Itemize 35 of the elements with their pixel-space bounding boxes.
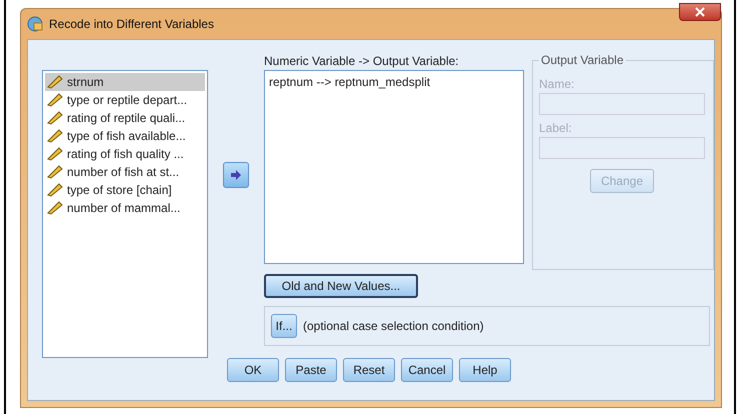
window-title: Recode into Different Variables (49, 17, 214, 31)
ruler-icon (47, 93, 63, 107)
dialog-button[interactable]: Cancel (401, 358, 453, 382)
ruler-icon (47, 129, 63, 143)
if-button[interactable]: If... (271, 314, 297, 338)
move-arrow-button[interactable] (223, 162, 249, 188)
app-icon (27, 16, 43, 32)
condition-text: (optional case selection condition) (303, 319, 484, 333)
dialog-button[interactable]: Reset (343, 358, 395, 382)
ruler-icon (47, 165, 63, 179)
variable-item[interactable]: number of fish at st... (45, 163, 205, 181)
dialog-button[interactable]: Help (459, 358, 511, 382)
group-title: Output Variable (539, 53, 626, 67)
variable-item[interactable]: number of mammal... (45, 199, 205, 217)
name-label: Name: (539, 77, 576, 91)
mapping-item[interactable]: reptnum --> reptnum_medsplit (269, 74, 519, 89)
close-button[interactable] (679, 3, 721, 21)
old-and-new-values-button[interactable]: Old and New Values... (264, 274, 418, 298)
ruler-icon (47, 147, 63, 161)
ruler-icon (47, 75, 63, 89)
ruler-icon (47, 111, 63, 125)
ruler-icon (47, 183, 63, 197)
arrow-right-icon (230, 170, 242, 180)
mapping-label: Numeric Variable -> Output Variable: (264, 54, 460, 70)
dialog-button[interactable]: Paste (285, 358, 337, 382)
variable-item[interactable]: rating of fish quality ... (45, 145, 205, 163)
variable-item[interactable]: type or reptile depart... (45, 91, 205, 109)
label-label: Label: (539, 121, 573, 135)
close-icon (695, 7, 705, 17)
ruler-icon (47, 201, 63, 215)
dialog-button[interactable]: OK (227, 358, 279, 382)
variable-item[interactable]: type of fish available... (45, 127, 205, 145)
variable-item[interactable]: strnum (45, 73, 205, 91)
variable-item[interactable]: type of store [chain] (45, 181, 205, 199)
variable-item[interactable]: rating of reptile quali... (45, 109, 205, 127)
